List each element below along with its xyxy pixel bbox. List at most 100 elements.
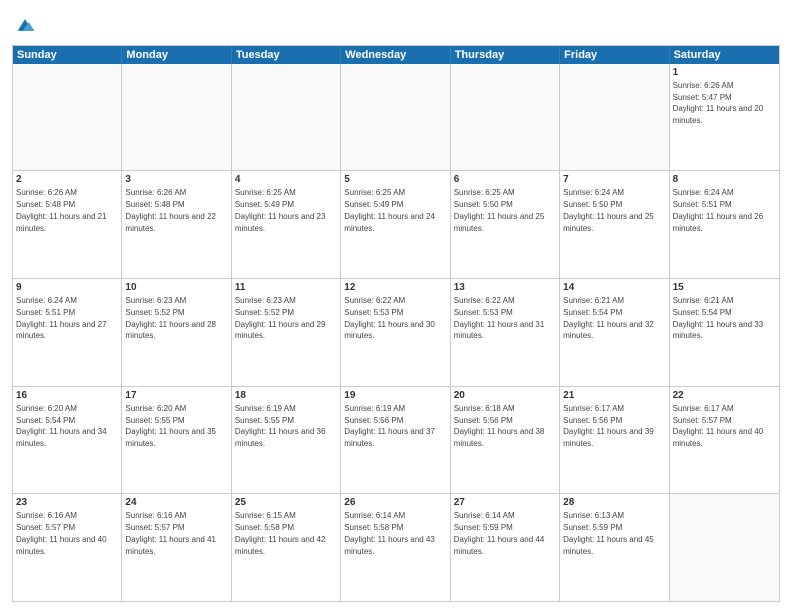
calendar-cell: 1 Sunrise: 6:26 AMSunset: 5:47 PMDaylight… (670, 64, 779, 171)
day-info: Sunrise: 6:25 AMSunset: 5:49 PMDaylight:… (235, 188, 326, 232)
day-number: 12 (344, 281, 446, 294)
calendar-row: 1 Sunrise: 6:26 AMSunset: 5:47 PMDaylight… (13, 64, 779, 172)
calendar-cell: 3 Sunrise: 6:26 AMSunset: 5:48 PMDaylight… (122, 171, 231, 278)
calendar-body: 1 Sunrise: 6:26 AMSunset: 5:47 PMDaylight… (13, 64, 779, 601)
day-number: 18 (235, 389, 337, 402)
day-info: Sunrise: 6:26 AMSunset: 5:48 PMDaylight:… (16, 188, 107, 232)
logo (12, 14, 36, 41)
day-info: Sunrise: 6:26 AMSunset: 5:48 PMDaylight:… (125, 188, 216, 232)
day-number: 9 (16, 281, 118, 294)
calendar-cell: 25 Sunrise: 6:15 AMSunset: 5:58 PMDayligh… (232, 494, 341, 601)
day-number: 6 (454, 173, 556, 186)
day-number: 3 (125, 173, 227, 186)
day-info: Sunrise: 6:24 AMSunset: 5:50 PMDaylight:… (563, 188, 654, 232)
day-number: 22 (673, 389, 776, 402)
day-number: 21 (563, 389, 665, 402)
header (12, 10, 780, 41)
day-number: 14 (563, 281, 665, 294)
calendar-cell: 4 Sunrise: 6:25 AMSunset: 5:49 PMDaylight… (232, 171, 341, 278)
calendar-cell: 23 Sunrise: 6:16 AMSunset: 5:57 PMDayligh… (13, 494, 122, 601)
calendar-cell: 7 Sunrise: 6:24 AMSunset: 5:50 PMDaylight… (560, 171, 669, 278)
day-info: Sunrise: 6:19 AMSunset: 5:56 PMDaylight:… (344, 404, 435, 448)
calendar-cell: 27 Sunrise: 6:14 AMSunset: 5:59 PMDayligh… (451, 494, 560, 601)
calendar-cell: 5 Sunrise: 6:25 AMSunset: 5:49 PMDaylight… (341, 171, 450, 278)
day-number: 1 (673, 66, 776, 79)
day-info: Sunrise: 6:18 AMSunset: 5:56 PMDaylight:… (454, 404, 545, 448)
day-number: 25 (235, 496, 337, 509)
logo-icon (14, 14, 36, 36)
day-info: Sunrise: 6:13 AMSunset: 5:59 PMDaylight:… (563, 511, 654, 555)
day-info: Sunrise: 6:17 AMSunset: 5:57 PMDaylight:… (673, 404, 764, 448)
calendar: SundayMondayTuesdayWednesdayThursdayFrid… (12, 45, 780, 602)
calendar-cell: 15 Sunrise: 6:21 AMSunset: 5:54 PMDayligh… (670, 279, 779, 386)
day-number: 4 (235, 173, 337, 186)
calendar-cell: 20 Sunrise: 6:18 AMSunset: 5:56 PMDayligh… (451, 387, 560, 494)
day-info: Sunrise: 6:14 AMSunset: 5:58 PMDaylight:… (344, 511, 435, 555)
calendar-cell: 24Sunrise: 6:16 AMSunset: 5:57 PMDayligh… (122, 494, 231, 601)
calendar-cell: 28 Sunrise: 6:13 AMSunset: 5:59 PMDayligh… (560, 494, 669, 601)
calendar-row: 9Sunrise: 6:24 AMSunset: 5:51 PMDaylight… (13, 279, 779, 387)
weekday-header: Saturday (670, 46, 779, 64)
day-info: Sunrise: 6:23 AMSunset: 5:52 PMDaylight:… (235, 296, 326, 340)
calendar-cell: 22 Sunrise: 6:17 AMSunset: 5:57 PMDayligh… (670, 387, 779, 494)
weekday-header: Friday (560, 46, 669, 64)
day-info: Sunrise: 6:21 AMSunset: 5:54 PMDaylight:… (673, 296, 764, 340)
page: SundayMondayTuesdayWednesdayThursdayFrid… (0, 0, 792, 612)
day-info: Sunrise: 6:20 AMSunset: 5:55 PMDaylight:… (125, 404, 216, 448)
day-number: 15 (673, 281, 776, 294)
weekday-header: Sunday (13, 46, 122, 64)
day-info: Sunrise: 6:19 AMSunset: 5:55 PMDaylight:… (235, 404, 326, 448)
day-number: 8 (673, 173, 776, 186)
day-number: 7 (563, 173, 665, 186)
calendar-cell: 19 Sunrise: 6:19 AMSunset: 5:56 PMDayligh… (341, 387, 450, 494)
calendar-cell: 9Sunrise: 6:24 AMSunset: 5:51 PMDaylight… (13, 279, 122, 386)
day-number: 2 (16, 173, 118, 186)
calendar-cell: 16Sunrise: 6:20 AMSunset: 5:54 PMDayligh… (13, 387, 122, 494)
day-info: Sunrise: 6:16 AMSunset: 5:57 PMDaylight:… (125, 511, 216, 555)
calendar-cell: 17Sunrise: 6:20 AMSunset: 5:55 PMDayligh… (122, 387, 231, 494)
calendar-cell (13, 64, 122, 171)
calendar-cell: 11Sunrise: 6:23 AMSunset: 5:52 PMDayligh… (232, 279, 341, 386)
calendar-cell (232, 64, 341, 171)
day-info: Sunrise: 6:15 AMSunset: 5:58 PMDaylight:… (235, 511, 326, 555)
calendar-header: SundayMondayTuesdayWednesdayThursdayFrid… (13, 46, 779, 64)
calendar-cell: 13 Sunrise: 6:22 AMSunset: 5:53 PMDayligh… (451, 279, 560, 386)
day-info: Sunrise: 6:17 AMSunset: 5:56 PMDaylight:… (563, 404, 654, 448)
weekday-header: Wednesday (341, 46, 450, 64)
day-number: 19 (344, 389, 446, 402)
day-number: 20 (454, 389, 556, 402)
day-info: Sunrise: 6:22 AMSunset: 5:53 PMDaylight:… (454, 296, 545, 340)
day-number: 10 (125, 281, 227, 294)
day-info: Sunrise: 6:23 AMSunset: 5:52 PMDaylight:… (125, 296, 216, 340)
day-number: 13 (454, 281, 556, 294)
day-info: Sunrise: 6:25 AMSunset: 5:50 PMDaylight:… (454, 188, 545, 232)
day-number: 27 (454, 496, 556, 509)
calendar-cell: 18 Sunrise: 6:19 AMSunset: 5:55 PMDayligh… (232, 387, 341, 494)
day-info: Sunrise: 6:24 AMSunset: 5:51 PMDaylight:… (673, 188, 764, 232)
calendar-row: 16Sunrise: 6:20 AMSunset: 5:54 PMDayligh… (13, 387, 779, 495)
calendar-row: 2 Sunrise: 6:26 AMSunset: 5:48 PMDaylight… (13, 171, 779, 279)
day-number: 28 (563, 496, 665, 509)
day-info: Sunrise: 6:26 AMSunset: 5:47 PMDaylight:… (673, 81, 764, 125)
weekday-header: Tuesday (232, 46, 341, 64)
calendar-cell: 12 Sunrise: 6:22 AMSunset: 5:53 PMDayligh… (341, 279, 450, 386)
calendar-cell (451, 64, 560, 171)
calendar-cell (670, 494, 779, 601)
day-info: Sunrise: 6:14 AMSunset: 5:59 PMDaylight:… (454, 511, 545, 555)
day-number: 5 (344, 173, 446, 186)
logo-text (12, 14, 36, 41)
calendar-cell: 10 Sunrise: 6:23 AMSunset: 5:52 PMDayligh… (122, 279, 231, 386)
day-info: Sunrise: 6:22 AMSunset: 5:53 PMDaylight:… (344, 296, 435, 340)
day-number: 23 (16, 496, 118, 509)
day-info: Sunrise: 6:25 AMSunset: 5:49 PMDaylight:… (344, 188, 435, 232)
calendar-cell (560, 64, 669, 171)
calendar-cell: 8 Sunrise: 6:24 AMSunset: 5:51 PMDaylight… (670, 171, 779, 278)
calendar-cell: 21 Sunrise: 6:17 AMSunset: 5:56 PMDayligh… (560, 387, 669, 494)
day-info: Sunrise: 6:16 AMSunset: 5:57 PMDaylight:… (16, 511, 107, 555)
calendar-cell: 26 Sunrise: 6:14 AMSunset: 5:58 PMDayligh… (341, 494, 450, 601)
day-number: 16 (16, 389, 118, 402)
weekday-header: Monday (122, 46, 231, 64)
calendar-cell (341, 64, 450, 171)
calendar-cell: 14Sunrise: 6:21 AMSunset: 5:54 PMDayligh… (560, 279, 669, 386)
day-number: 26 (344, 496, 446, 509)
